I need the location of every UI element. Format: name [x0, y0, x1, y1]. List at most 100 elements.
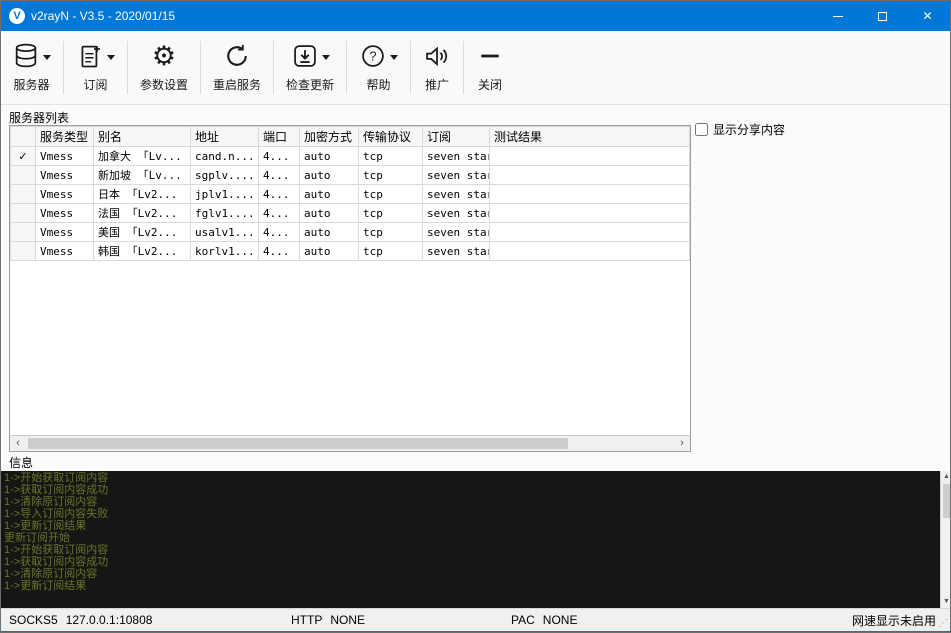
settings-button-label: 参数设置 — [140, 78, 189, 92]
v2rayn-window: V v2rayN - V3.5 - 2020/01/15 ✕ 服务器 订阅 ⚙ … — [0, 0, 951, 633]
close-button[interactable]: ✕ — [905, 1, 950, 31]
resize-grip-icon[interactable]: ⋰ — [938, 618, 948, 629]
settings-button[interactable]: ⚙ 参数设置 — [131, 35, 197, 100]
close-app-button-label: 关闭 — [478, 78, 503, 92]
socks-status: SOCKS5 127.0.0.1:10808 — [9, 613, 291, 627]
minimize-button[interactable] — [815, 1, 860, 31]
chevron-down-icon — [321, 54, 330, 60]
servers-button[interactable]: 服务器 — [3, 35, 60, 100]
cell-test-result — [489, 165, 690, 185]
cell-address: usalv1... — [190, 222, 259, 242]
check-update-button[interactable]: 检查更新 — [277, 35, 343, 100]
col-port[interactable]: 端口 — [258, 126, 300, 147]
close-app-button[interactable]: 关闭 — [467, 35, 513, 100]
speed-display-toggle[interactable]: 网速显示未启用 — [852, 612, 936, 629]
scroll-left-icon[interactable]: ‹ — [10, 436, 26, 451]
show-share-checkbox[interactable] — [695, 123, 708, 136]
cell-type: Vmess — [35, 222, 94, 242]
cell-type: Vmess — [35, 241, 94, 261]
toolbar-separator — [200, 41, 202, 94]
promote-button[interactable]: 推广 — [414, 35, 460, 100]
col-service-type[interactable]: 服务类型 — [35, 126, 94, 147]
titlebar[interactable]: V v2rayN - V3.5 - 2020/01/15 ✕ — [1, 1, 950, 31]
table-row[interactable]: Vmess 韩国 「Lv2... korlv1... 4... auto tcp… — [10, 241, 690, 261]
toolbar-separator — [410, 41, 412, 94]
chevron-down-icon — [390, 54, 399, 60]
col-subscription[interactable]: 订阅 — [422, 126, 490, 147]
scroll-up-icon[interactable]: ▲ — [943, 471, 950, 483]
cell-address: korlv1... — [190, 241, 259, 261]
cell-security: auto — [299, 184, 359, 204]
cell-alias: 加拿大 「Lv... — [93, 146, 191, 166]
col-test-result[interactable]: 测试结果 — [489, 126, 690, 147]
log-line: 1->清除原订阅内容 — [4, 568, 98, 580]
scroll-right-icon[interactable]: › — [674, 436, 690, 451]
window-title: v2rayN - V3.5 - 2020/01/15 — [31, 9, 176, 23]
help-button-label: 帮助 — [366, 78, 391, 92]
chevron-down-icon — [43, 54, 51, 60]
table-row[interactable]: Vmess 新加坡 「Lv... sgplv.... 4... auto tcp… — [10, 165, 690, 185]
log-line: 1->导入订阅内容失败 — [4, 508, 109, 520]
statusbar: SOCKS5 127.0.0.1:10808 HTTP NONE PAC NON… — [1, 608, 950, 631]
cell-test-result — [489, 203, 690, 223]
show-share-checkbox-row[interactable]: 显示分享内容 — [695, 121, 785, 138]
row-indicator: ✓ — [10, 146, 36, 166]
cell-type: Vmess — [35, 146, 94, 166]
cell-subscription: seven star — [422, 165, 490, 185]
cell-address: jplv1.... — [190, 184, 259, 204]
cell-alias: 新加坡 「Lv... — [93, 165, 191, 185]
dash-icon — [476, 42, 504, 70]
restart-icon — [223, 42, 251, 70]
cell-test-result — [489, 222, 690, 242]
cell-port: 4... — [258, 222, 300, 242]
restart-service-button[interactable]: 重启服务 — [204, 35, 270, 100]
table-row[interactable]: Vmess 日本 「Lv2... jplv1.... 4... auto tcp… — [10, 184, 690, 204]
help-button[interactable]: ? 帮助 — [350, 35, 407, 100]
scrollbar-thumb[interactable] — [28, 438, 568, 449]
row-indicator — [10, 241, 36, 261]
cell-security: auto — [299, 241, 359, 261]
cell-alias: 韩国 「Lv2... — [93, 241, 191, 261]
col-transport[interactable]: 传输协议 — [358, 126, 423, 147]
col-security[interactable]: 加密方式 — [299, 126, 359, 147]
log-line: 1->获取订阅内容成功 — [4, 556, 109, 568]
cell-security: auto — [299, 203, 359, 223]
cell-test-result — [489, 146, 690, 166]
scrollbar-thumb[interactable] — [943, 484, 950, 518]
log-line: 1->清除原订阅内容 — [4, 496, 98, 508]
cell-transport: tcp — [358, 203, 423, 223]
cell-transport: tcp — [358, 222, 423, 242]
minimize-icon — [832, 15, 843, 17]
col-alias[interactable]: 别名 — [93, 126, 191, 147]
scrollbar-track[interactable] — [941, 483, 950, 596]
update-download-icon — [291, 42, 319, 70]
scroll-down-icon[interactable]: ▼ — [943, 596, 950, 608]
cell-transport: tcp — [358, 241, 423, 261]
log-line: 1->更新订阅结果 — [4, 520, 87, 532]
cell-address: sgplv.... — [190, 165, 259, 185]
table-row[interactable]: Vmess 法国 「Lv2... fglv1.... 4... auto tcp… — [10, 203, 690, 223]
subscription-button[interactable]: 订阅 — [67, 35, 124, 100]
cell-test-result — [489, 241, 690, 261]
socks-label: SOCKS5 — [9, 613, 58, 627]
maximize-button[interactable] — [860, 1, 905, 31]
log-line: 1->开始获取订阅内容 — [4, 544, 109, 556]
col-address[interactable]: 地址 — [190, 126, 259, 147]
cell-port: 4... — [258, 203, 300, 223]
col-row-selector[interactable] — [10, 126, 36, 147]
http-value: NONE — [330, 613, 366, 627]
table-row[interactable]: ✓ Vmess 加拿大 「Lv... cand.n... 4... auto t… — [10, 146, 690, 166]
svg-text:?: ? — [369, 49, 376, 64]
console-vertical-scrollbar[interactable]: ▲ ▼ — [940, 471, 950, 608]
log-line: 更新订阅开始 — [4, 532, 70, 544]
grid-horizontal-scrollbar[interactable]: ‹ › — [9, 435, 691, 452]
scrollbar-track[interactable] — [26, 436, 674, 451]
cell-port: 4... — [258, 184, 300, 204]
cell-alias: 法国 「Lv2... — [93, 203, 191, 223]
toolbar-separator — [127, 41, 128, 94]
socks-value: 127.0.0.1:10808 — [65, 613, 153, 627]
table-row[interactable]: Vmess 美国 「Lv2... usalv1... 4... auto tcp… — [10, 222, 690, 242]
subscription-button-label: 订阅 — [83, 78, 108, 92]
cell-type: Vmess — [35, 203, 94, 223]
subscription-icon — [76, 42, 104, 70]
